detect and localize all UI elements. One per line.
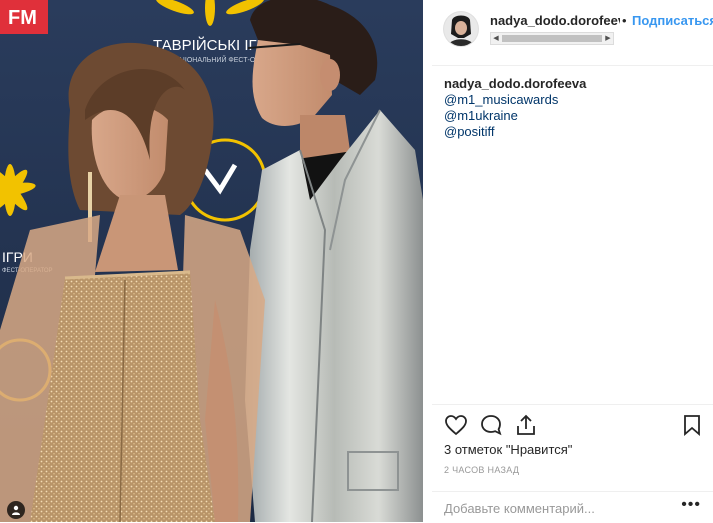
share-icon[interactable]	[514, 413, 538, 437]
action-bar	[432, 404, 713, 445]
more-options-icon[interactable]: •••	[681, 496, 701, 514]
scroll-left-icon[interactable]: ◀	[491, 33, 501, 44]
mention-link-m1ukraine[interactable]: @m1ukraine	[444, 108, 704, 124]
avatar[interactable]	[444, 12, 478, 46]
bookmark-icon[interactable]	[680, 413, 704, 437]
scroll-right-icon[interactable]: ▶	[603, 33, 613, 44]
likes-count[interactable]: 3 отметок "Нравится"	[444, 442, 572, 457]
post-image: FM ТАВРІЙСЬКІ ІГРИ НАЦІОНАЛЬНИЙ ФЕСТ-ОПЕ…	[0, 0, 423, 522]
post-photo[interactable]: FM ТАВРІЙСЬКІ ІГРИ НАЦІОНАЛЬНИЙ ФЕСТ-ОПЕ…	[0, 0, 423, 522]
header-separator: •	[622, 13, 627, 28]
scrollbar-thumb[interactable]	[502, 35, 602, 42]
person-icon	[12, 505, 20, 515]
tagged-users-button[interactable]	[7, 501, 25, 519]
post-header: nadya_dodo.dorofeeva • Подписаться ◀ ▶	[432, 0, 713, 66]
comment-icon[interactable]	[479, 413, 503, 437]
post-caption: nadya_dodo.dorofeeva @m1_musicawards @m1…	[444, 76, 704, 140]
mention-link-positiff[interactable]: @positiff	[444, 124, 704, 140]
mention-link-m1-musicawards[interactable]: @m1_musicawards	[444, 92, 558, 107]
follow-button[interactable]: Подписаться	[632, 13, 713, 28]
header-username-link[interactable]: nadya_dodo.dorofeeva	[490, 13, 620, 28]
caption-username-link[interactable]: nadya_dodo.dorofeeva	[444, 76, 586, 91]
comment-input[interactable]: Добавьте комментарий...	[444, 501, 595, 516]
horizontal-scrollbar[interactable]: ◀ ▶	[490, 32, 614, 45]
post-sidebar: nadya_dodo.dorofeeva • Подписаться ◀ ▶ n…	[432, 0, 713, 522]
avatar-image	[444, 12, 478, 46]
post-timestamp[interactable]: 2 часов назад	[444, 465, 519, 475]
comment-box: Добавьте комментарий... •••	[432, 491, 713, 523]
backdrop-fm: FM	[8, 7, 37, 29]
heart-icon[interactable]	[444, 413, 468, 437]
